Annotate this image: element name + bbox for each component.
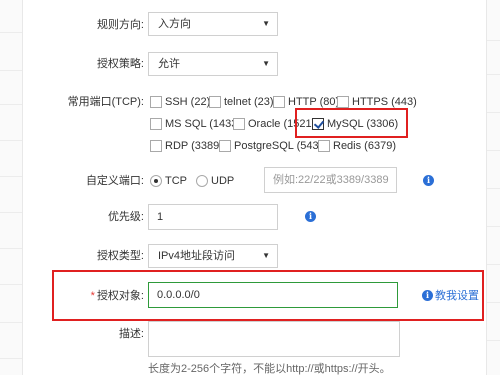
port-checkbox-postgresql[interactable] (219, 140, 231, 152)
help-link[interactable]: 教我设置 (435, 289, 479, 303)
protocol-label-tcp: TCP (165, 175, 187, 187)
auth-object-input[interactable]: 0.0.0.0/0 (148, 282, 398, 308)
port-label-mysql: MySQL (3306) (327, 118, 399, 130)
port-checkbox-ssh[interactable] (150, 96, 162, 108)
priority-input[interactable]: 1 (148, 204, 278, 230)
policy-value: 允许 (158, 58, 180, 70)
custom-port-input[interactable]: 例如:22/22或3389/3389 (264, 167, 397, 193)
caret-down-icon: ▼ (262, 19, 270, 28)
direction-label: 规则方向: (96, 19, 144, 31)
policy-label: 授权策略: (96, 58, 144, 70)
custom-port-label: 自定义端口: (85, 175, 144, 187)
caret-down-icon: ▼ (262, 251, 270, 260)
port-checkbox-rdp[interactable] (150, 140, 162, 152)
auth-type-value: IPv4地址段访问 (158, 250, 236, 262)
description-textarea[interactable] (148, 321, 400, 357)
port-label-mssql: MS SQL (1433) (165, 118, 242, 130)
direction-select[interactable]: 入方向 ▼ (148, 12, 278, 36)
direction-value: 入方向 (158, 18, 191, 30)
description-hint: 长度为2-256个字符，不能以http://或https://开头。 (148, 363, 391, 375)
auth-type-label: 授权类型: (96, 250, 144, 262)
description-label: 描述: (118, 328, 144, 340)
port-label-https: HTTPS (443) (352, 96, 417, 108)
required-mark: * (90, 290, 95, 302)
port-checkbox-telnet[interactable] (209, 96, 221, 108)
priority-label: 优先级: (107, 211, 144, 223)
port-label-ssh: SSH (22) (165, 96, 211, 108)
priority-value: 1 (157, 211, 164, 223)
auth-type-select[interactable]: IPv4地址段访问 ▼ (148, 244, 278, 268)
ports-label: 常用端口(TCP): (67, 96, 144, 108)
auth-object-label: * 授权对象: (24, 289, 144, 303)
port-label-postgresql: PostgreSQL (5432) (234, 140, 329, 152)
protocol-label-udp: UDP (211, 175, 235, 187)
port-checkbox-redis[interactable] (318, 140, 330, 152)
port-label-redis: Redis (6379) (333, 140, 396, 152)
left-panel-edge (0, 0, 23, 375)
auth-object-value: 0.0.0.0/0 (157, 289, 200, 301)
port-label-rdp: RDP (3389) (165, 140, 223, 152)
protocol-radio-tcp[interactable] (150, 175, 162, 187)
port-checkbox-http[interactable] (273, 96, 285, 108)
port-checkbox-mssql[interactable] (150, 118, 162, 130)
auth-object-label-text: 授权对象: (96, 290, 144, 302)
port-checkbox-https[interactable] (337, 96, 349, 108)
right-panel-edge (486, 0, 500, 375)
caret-down-icon: ▼ (262, 59, 270, 68)
port-checkbox-oracle[interactable] (233, 118, 245, 130)
info-icon: i (422, 290, 433, 301)
policy-select[interactable]: 允许 ▼ (148, 52, 278, 76)
protocol-radio-udp[interactable] (196, 175, 208, 187)
custom-port-placeholder: 例如:22/22或3389/3389 (273, 174, 389, 186)
info-icon[interactable]: i (423, 175, 434, 186)
port-label-telnet: telnet (23) (224, 96, 274, 108)
port-label-http: HTTP (80) (288, 96, 340, 108)
port-checkbox-mysql[interactable] (312, 118, 324, 130)
info-icon[interactable]: i (305, 211, 316, 222)
